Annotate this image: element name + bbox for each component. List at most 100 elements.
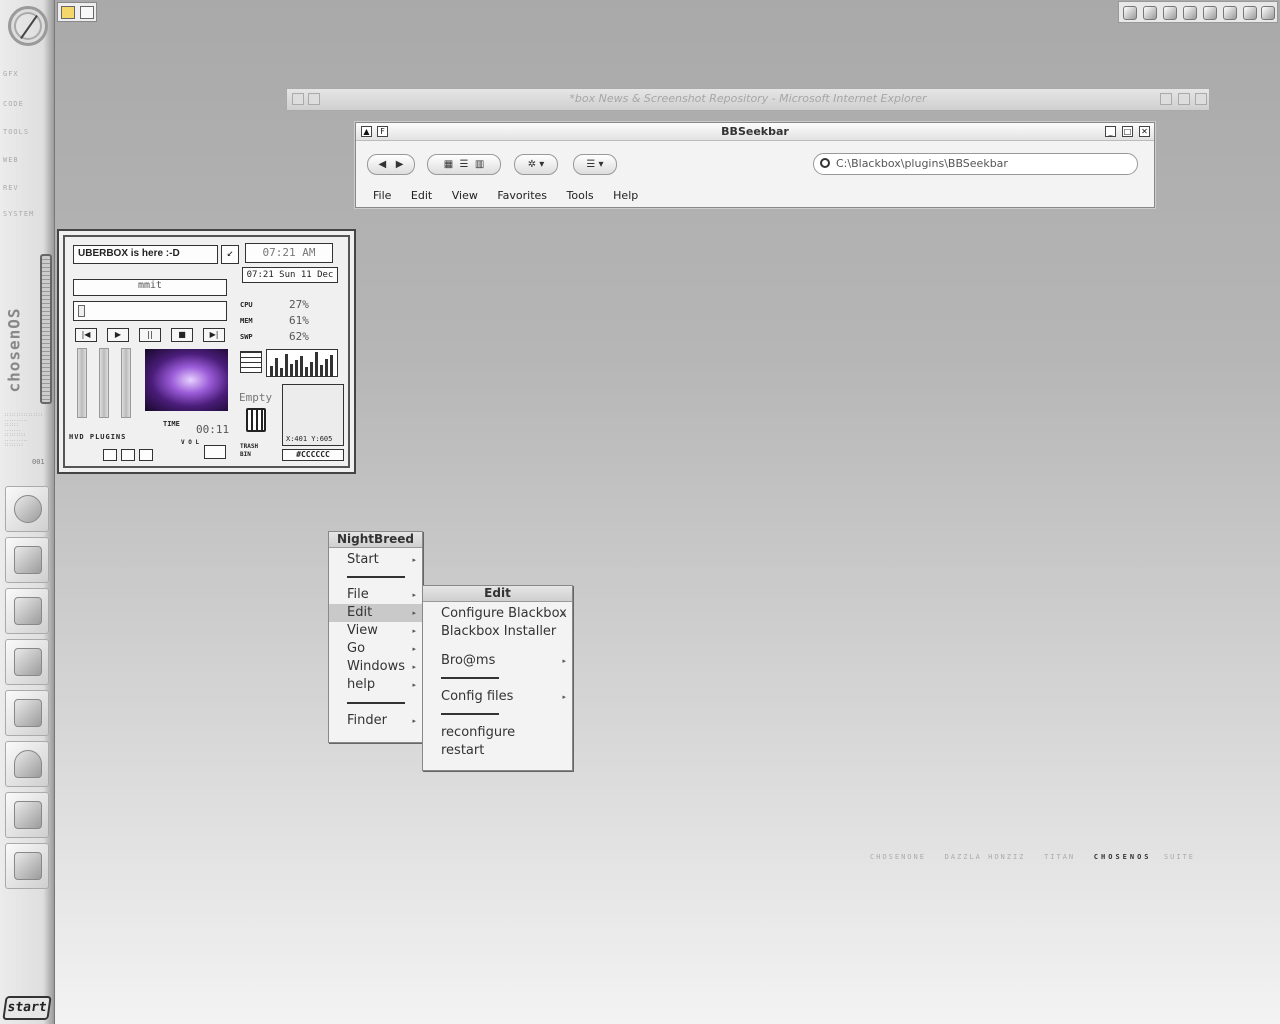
sidebar-number: 001 [32,458,45,466]
sidebar-link-rev[interactable]: REV [3,184,19,192]
dock-calculator-icon[interactable] [5,588,49,634]
folder-icon[interactable] [61,6,75,19]
menu-item-windows[interactable]: Windows ▸ [329,658,422,676]
dock-user-icon[interactable] [5,741,49,787]
logo-icon [8,6,48,46]
plugins-label[interactable]: HVD PLUGINS [69,433,126,441]
eq-slider[interactable] [99,348,109,418]
menu-tools[interactable]: Tools [567,189,594,202]
dock-ie-icon[interactable] [5,486,49,532]
eq-slider[interactable] [121,348,131,418]
coords-box: X:401 Y:605 [282,384,344,446]
ie-minimize-button[interactable] [1160,93,1172,105]
color-display: #CCCCCC [282,449,344,461]
dock-clipboard-icon[interactable] [5,843,49,889]
menu-help[interactable]: Help [613,189,638,202]
menu-item-finder[interactable]: Finder ▸ [329,712,422,730]
prev-icon[interactable]: |◀ [75,328,97,342]
sidebar: GFX CODE TOOLS WEB REV SYSTEM chosenOS :… [0,0,55,1024]
address-input[interactable]: C:\Blackbox\plugins\BBSeekbar [813,153,1138,175]
trash-icon[interactable] [246,408,266,432]
sync-icon[interactable] [1203,6,1217,20]
ie-maximize-button[interactable] [1178,93,1190,105]
speaker-icon[interactable] [139,449,153,461]
ie-close-button[interactable] [1195,93,1207,105]
dock-paint-icon[interactable] [5,690,49,736]
menu-item-edit[interactable]: Edit ▸ [329,604,422,622]
menu-item-blackbox-installer[interactable]: Blackbox Installer [423,623,572,641]
tiny-decoration: ::::::::::::::::..........::::::.......:… [4,412,43,447]
edit-submenu: Edit Configure Blackbox ▸ Blackbox Instal… [422,585,573,771]
shield-icon[interactable] [1123,6,1137,20]
maximize-button[interactable]: □ [1122,126,1133,137]
menubar: File Edit View Favorites Tools Help [373,189,654,202]
music-icon[interactable] [103,449,117,461]
menu-separator [441,713,499,715]
collapse-arrow-icon[interactable]: ↙ [221,245,239,264]
back-forward-buttons[interactable]: ◀ ▶ [367,154,415,175]
film-icon[interactable] [121,449,135,461]
sidebar-slider[interactable] [40,254,52,404]
sidebar-link-gfx[interactable]: GFX [3,70,19,78]
album-art [145,349,228,411]
view-mode-buttons[interactable]: ▦ ☰ ▥ [427,154,501,175]
system-tray [1118,1,1278,23]
sidebar-link-web[interactable]: WEB [3,156,19,164]
menu-item-help[interactable]: help ▸ [329,676,422,694]
menu-edit[interactable]: Edit [411,189,432,202]
sidebar-link-tools[interactable]: TOOLS [3,128,29,136]
stop-icon[interactable]: ■ [171,328,193,342]
menu-item-reconfigure[interactable]: reconfigure [423,724,572,742]
menu-separator [441,677,499,679]
minimize-button[interactable]: _ [1105,126,1116,137]
dock-notepad-icon[interactable] [5,639,49,685]
trash-label: TRASH BIN [240,443,259,458]
menu-item-config-files[interactable]: Config files ▸ [423,688,572,706]
menu-item-brooms[interactable]: Bro@ms ▸ [423,652,572,670]
menu-separator [347,576,405,578]
time-label: TIME [163,420,180,428]
menu-item-configure-blackbox[interactable]: Configure Blackbox ▸ [423,605,572,623]
menu-item-go[interactable]: Go ▸ [329,640,422,658]
grid-icon[interactable] [240,351,262,373]
mem-value: 61% [289,314,309,327]
columns-icon[interactable] [1223,6,1237,20]
ie-quick-icon[interactable] [80,6,94,19]
gear-menu-button[interactable]: ✲ ▾ [514,154,558,175]
menu-favorites[interactable]: Favorites [497,189,547,202]
dock-printer-icon[interactable] [5,792,49,838]
bolt-icon[interactable] [1143,6,1157,20]
bbseekbar-titlebar[interactable]: ▲ F BBSeekbar _ □ ✕ [356,123,1154,141]
menu-view[interactable]: View [452,189,478,202]
coords-display: X:401 Y:605 [286,435,333,443]
vol-label: V O L [181,439,200,446]
close-button[interactable]: ✕ [1139,126,1150,137]
bbseekbar-window: ▲ F BBSeekbar _ □ ✕ ◀ ▶ ▦ ☰ ▥ ✲ ▾ ☰ ▾ C:… [355,122,1155,208]
monitor-icon[interactable] [204,445,226,459]
sidebar-link-code[interactable]: CODE [3,100,24,108]
tools-icon[interactable] [1243,6,1257,20]
seek-bar[interactable] [73,301,227,321]
player-title: mmit [73,279,227,296]
start-button[interactable]: start [2,996,52,1020]
root-menu-title: NightBreed [329,532,422,548]
dock-mail-icon[interactable] [5,537,49,583]
sidebar-link-system[interactable]: SYSTEM [3,210,34,218]
menu-file[interactable]: File [373,189,391,202]
globe-icon[interactable] [1183,6,1197,20]
menu-item-file[interactable]: File ▸ [329,586,422,604]
eq-slider[interactable] [77,348,87,418]
menu-item-restart[interactable]: restart [423,742,572,760]
trash-state: Empty [239,391,273,404]
play-icon[interactable]: ▶ [107,328,129,342]
menu-item-view[interactable]: View ▸ [329,622,422,640]
ie-window-titlebar[interactable]: *box News & Screenshot Repository - Micr… [286,88,1210,111]
sort-menu-button[interactable]: ☰ ▾ [573,154,617,175]
speaker-icon[interactable] [1261,6,1275,20]
uberbox-widget: UBERBOX is here :-D ↙ 07:21 AM 07:21 Sun… [57,229,356,474]
menu-item-start[interactable]: Start ▸ [329,551,422,569]
next-icon[interactable]: ▶| [203,328,225,342]
pause-icon[interactable]: || [139,328,161,342]
network-icon[interactable] [1163,6,1177,20]
bbseekbar-title: BBSeekbar [721,125,789,138]
